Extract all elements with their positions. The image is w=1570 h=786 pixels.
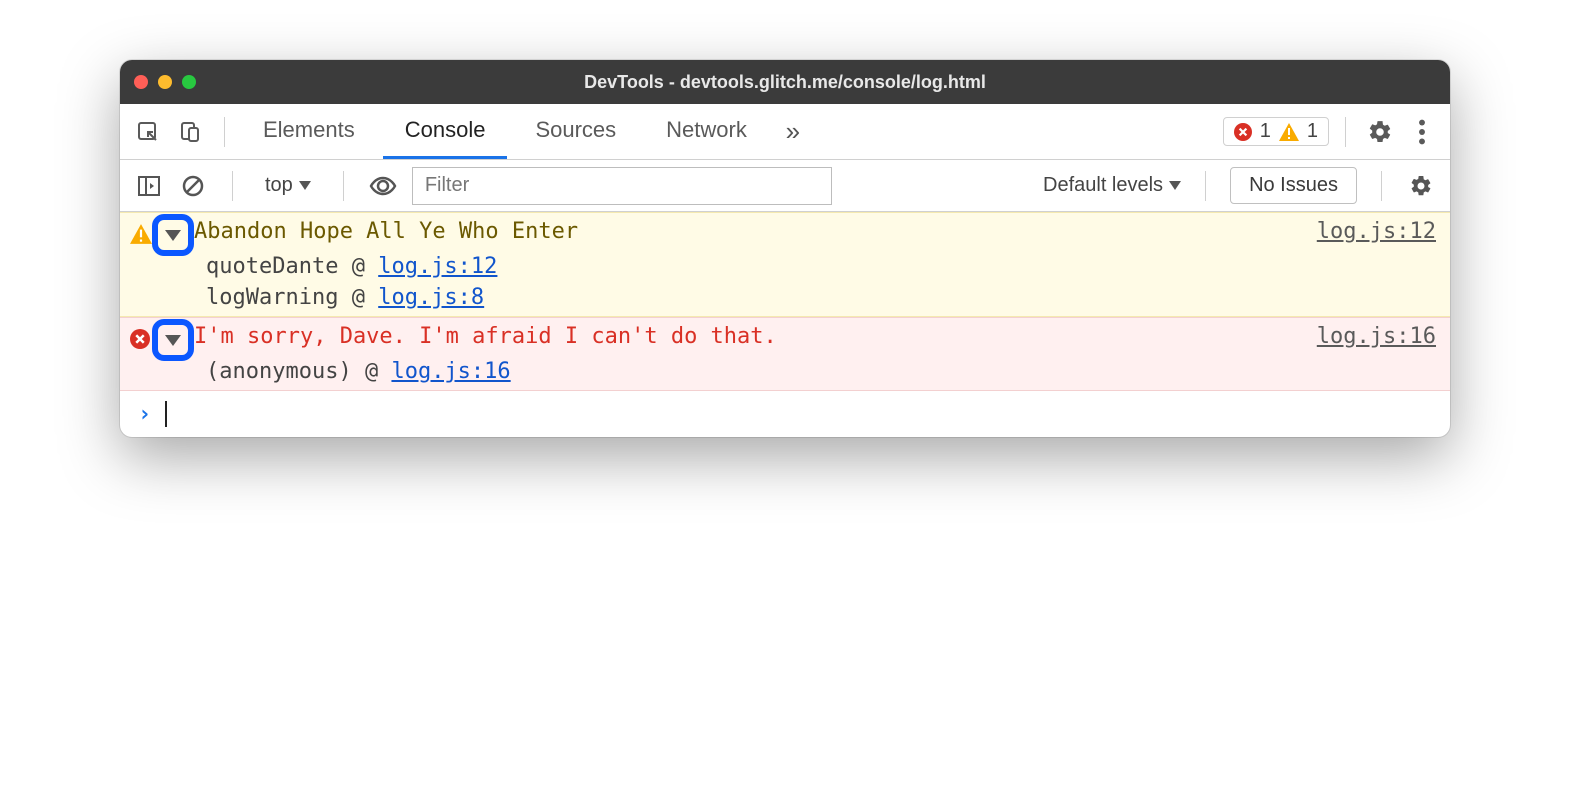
text-cursor	[165, 401, 167, 427]
tab-console[interactable]: Console	[383, 104, 508, 159]
trace-link[interactable]: log.js:16	[391, 359, 510, 384]
separator	[1205, 171, 1206, 201]
trace-line: (anonymous) @ log.js:16	[206, 359, 1436, 384]
device-toolbar-icon[interactable]	[172, 114, 208, 150]
prompt-caret-icon: ›	[138, 402, 151, 427]
live-expression-icon[interactable]	[368, 171, 398, 201]
clear-console-icon[interactable]	[178, 171, 208, 201]
separator	[232, 171, 233, 201]
minimize-window-button[interactable]	[158, 75, 172, 89]
show-console-sidebar-icon[interactable]	[134, 171, 164, 201]
separator	[1381, 171, 1382, 201]
context-selector[interactable]: top	[257, 174, 319, 197]
separator	[1345, 117, 1346, 147]
issues-button[interactable]: No Issues	[1230, 167, 1357, 204]
devtools-window: DevTools - devtools.glitch.me/console/lo…	[120, 60, 1450, 437]
tab-sources[interactable]: Sources	[513, 104, 638, 159]
chevron-down-icon	[299, 181, 311, 191]
separator	[224, 117, 225, 147]
error-icon	[130, 329, 152, 351]
log-levels-selector[interactable]: Default levels	[1043, 174, 1181, 197]
trace-at: @	[352, 285, 365, 310]
console-warning-row: Abandon Hope All Ye Who Enter log.js:12 …	[120, 212, 1450, 317]
settings-icon[interactable]	[1362, 114, 1398, 150]
log-message: Abandon Hope All Ye Who Enter	[194, 219, 578, 244]
trace-at: @	[365, 359, 378, 384]
trace-at: @	[352, 254, 365, 279]
stack-trace: (anonymous) @ log.js:16	[130, 355, 1436, 384]
console-prompt[interactable]: ›	[120, 391, 1450, 437]
trace-link[interactable]: log.js:12	[378, 254, 497, 279]
window-title: DevTools - devtools.glitch.me/console/lo…	[120, 72, 1450, 93]
stack-trace: quoteDante @ log.js:12 logWarning @ log.…	[130, 250, 1436, 310]
levels-label: Default levels	[1043, 174, 1163, 197]
console-output: Abandon Hope All Ye Who Enter log.js:12 …	[120, 212, 1450, 437]
error-warning-badge[interactable]: 1 1	[1223, 117, 1329, 146]
context-label: top	[265, 174, 293, 197]
trace-line: quoteDante @ log.js:12	[206, 254, 1436, 279]
warning-count: 1	[1307, 120, 1318, 143]
close-window-button[interactable]	[134, 75, 148, 89]
tab-network[interactable]: Network	[644, 104, 769, 159]
more-tabs-icon[interactable]: »	[775, 114, 811, 150]
expand-toggle[interactable]	[158, 325, 188, 355]
log-message: I'm sorry, Dave. I'm afraid I can't do t…	[194, 324, 777, 349]
trace-fn: logWarning	[206, 285, 338, 310]
trace-link[interactable]: log.js:8	[378, 285, 484, 310]
chevron-down-icon	[1169, 181, 1181, 191]
main-tabbar: Elements Console Sources Network » 1 1	[120, 104, 1450, 160]
inspect-element-icon[interactable]	[130, 114, 166, 150]
warning-icon	[1279, 123, 1299, 141]
kebab-menu-icon[interactable]	[1404, 114, 1440, 150]
console-toolbar: top Default levels No Issues	[120, 160, 1450, 212]
titlebar: DevTools - devtools.glitch.me/console/lo…	[120, 60, 1450, 104]
error-icon	[1234, 123, 1252, 141]
console-error-row: I'm sorry, Dave. I'm afraid I can't do t…	[120, 317, 1450, 391]
source-link[interactable]: log.js:12	[1317, 219, 1436, 244]
trace-line: logWarning @ log.js:8	[206, 285, 1436, 310]
tab-elements[interactable]: Elements	[241, 104, 377, 159]
trace-fn: quoteDante	[206, 254, 338, 279]
trace-fn: (anonymous)	[206, 359, 352, 384]
source-link[interactable]: log.js:16	[1317, 324, 1436, 349]
maximize-window-button[interactable]	[182, 75, 196, 89]
warning-icon	[130, 224, 152, 246]
traffic-lights	[134, 75, 196, 89]
filter-input[interactable]	[412, 167, 832, 205]
separator	[343, 171, 344, 201]
console-settings-icon[interactable]	[1406, 171, 1436, 201]
error-count: 1	[1260, 120, 1271, 143]
expand-toggle[interactable]	[158, 220, 188, 250]
